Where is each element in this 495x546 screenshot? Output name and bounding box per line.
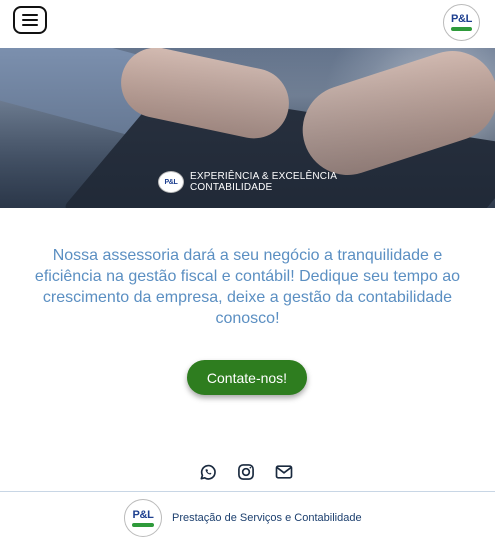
- footer: P&L Prestação de Serviços e Contabilidad…: [124, 499, 362, 537]
- hero-logo-text: P&L: [164, 178, 178, 186]
- mail-icon[interactable]: [274, 462, 294, 482]
- brand-logo[interactable]: P&L: [443, 4, 480, 41]
- hero-carousel[interactable]: P&L EXPERIÊNCIA & EXCELÊNCIA CONTABILIDA…: [0, 48, 495, 208]
- whatsapp-icon[interactable]: [198, 462, 218, 482]
- top-navbar: P&L: [0, 0, 495, 48]
- footer-logo-bar: [132, 522, 154, 527]
- footer-divider: [0, 491, 495, 492]
- footer-logo[interactable]: P&L: [124, 499, 162, 537]
- social-links: [198, 462, 294, 482]
- hamburger-line: [22, 19, 38, 21]
- hero-caption-text: EXPERIÊNCIA & EXCELÊNCIA CONTABILIDADE: [190, 171, 337, 193]
- hamburger-menu-icon: [22, 14, 38, 16]
- hero-caption-line1: EXPERIÊNCIA & EXCELÊNCIA: [190, 171, 338, 182]
- footer-text: Prestação de Serviços e Contabilidade: [172, 512, 362, 524]
- logo-green-bar: [451, 27, 472, 31]
- brand-logo-text: P&L: [450, 13, 473, 25]
- footer-logo-text: P&L: [132, 508, 154, 521]
- menu-toggle-button[interactable]: [13, 6, 47, 34]
- hero-caption: P&L EXPERIÊNCIA & EXCELÊNCIA CONTABILIDA…: [158, 171, 337, 193]
- intro-text: Nossa assessoria dará a seu negócio a tr…: [34, 247, 461, 327]
- hamburger-line: [22, 24, 38, 26]
- contact-button[interactable]: Contate-nos!: [187, 360, 307, 395]
- hero-logo: P&L: [158, 171, 184, 193]
- instagram-icon[interactable]: [236, 462, 256, 482]
- hero-caption-line2: CONTABILIDADE: [190, 182, 273, 193]
